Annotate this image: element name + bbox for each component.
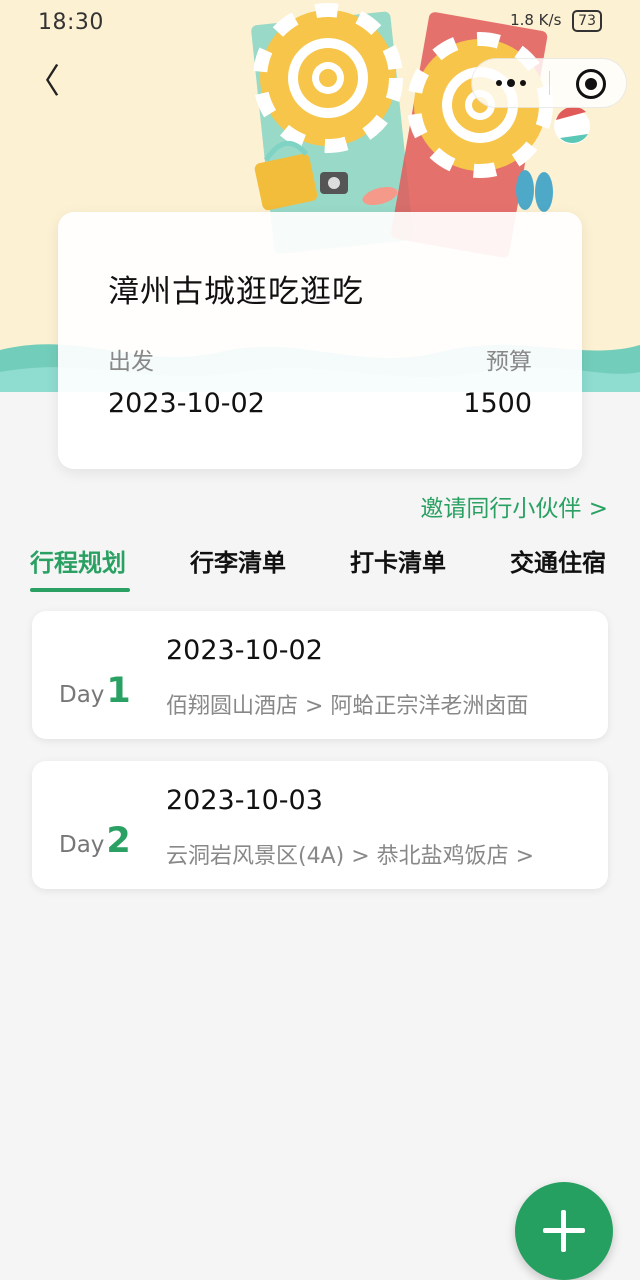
day-route: 云洞岩风景区(4A) > 恭北盐鸡饭店 > bbox=[166, 844, 535, 869]
battery-icon: 73 bbox=[572, 10, 602, 32]
day-number: 2 bbox=[106, 821, 131, 861]
day-label: Day2 bbox=[59, 821, 131, 861]
tab-itinerary[interactable]: 行程规划 bbox=[30, 543, 126, 578]
day-card[interactable]: Day2 2023-10-03 云洞岩风景区(4A) > 恭北盐鸡饭店 > bbox=[32, 761, 608, 889]
day-prefix: Day bbox=[59, 832, 105, 858]
more-dots-icon[interactable] bbox=[472, 59, 549, 107]
add-day-button[interactable] bbox=[515, 1182, 613, 1280]
budget-value[interactable]: 1500 bbox=[463, 388, 532, 419]
tab-transport-stay[interactable]: 交通住宿 bbox=[510, 543, 606, 578]
depart-date[interactable]: 2023-10-02 bbox=[108, 388, 265, 419]
tab-checkin[interactable]: 打卡清单 bbox=[350, 543, 446, 578]
day-date: 2023-10-03 bbox=[166, 785, 323, 816]
invite-companions-link[interactable]: 邀请同行小伙伴 > bbox=[420, 489, 608, 523]
day-card[interactable]: Day1 2023-10-02 佰翔圆山酒店 > 阿蛤正宗洋老洲卤面 bbox=[32, 611, 608, 739]
budget-label: 预算 bbox=[486, 349, 532, 375]
day-route: 佰翔圆山酒店 > 阿蛤正宗洋老洲卤面 bbox=[166, 694, 529, 719]
battery-level: 73 bbox=[578, 13, 596, 29]
target-circle-icon[interactable] bbox=[576, 69, 606, 99]
trip-info-card: 漳州古城逛吃逛吃 出发 预算 2023-10-02 1500 bbox=[58, 212, 582, 469]
status-indicators: 1.8 K/s 73 bbox=[510, 10, 602, 32]
depart-label: 出发 bbox=[108, 349, 154, 375]
network-speed: 1.8 K/s bbox=[510, 11, 562, 29]
tab-luggage[interactable]: 行李清单 bbox=[190, 543, 286, 578]
day-prefix: Day bbox=[59, 682, 105, 708]
mini-program-capsule bbox=[471, 58, 627, 108]
day-number: 1 bbox=[106, 671, 131, 711]
back-chevron-icon[interactable]: 〈 bbox=[26, 62, 60, 102]
day-date: 2023-10-02 bbox=[166, 635, 323, 666]
status-bar: 18:30 1.8 K/s 73 bbox=[0, 0, 640, 46]
active-tab-indicator bbox=[30, 588, 130, 592]
status-time: 18:30 bbox=[38, 10, 104, 35]
trip-title[interactable]: 漳州古城逛吃逛吃 bbox=[108, 266, 364, 311]
day-label: Day1 bbox=[59, 671, 131, 711]
capsule-divider bbox=[549, 71, 550, 95]
